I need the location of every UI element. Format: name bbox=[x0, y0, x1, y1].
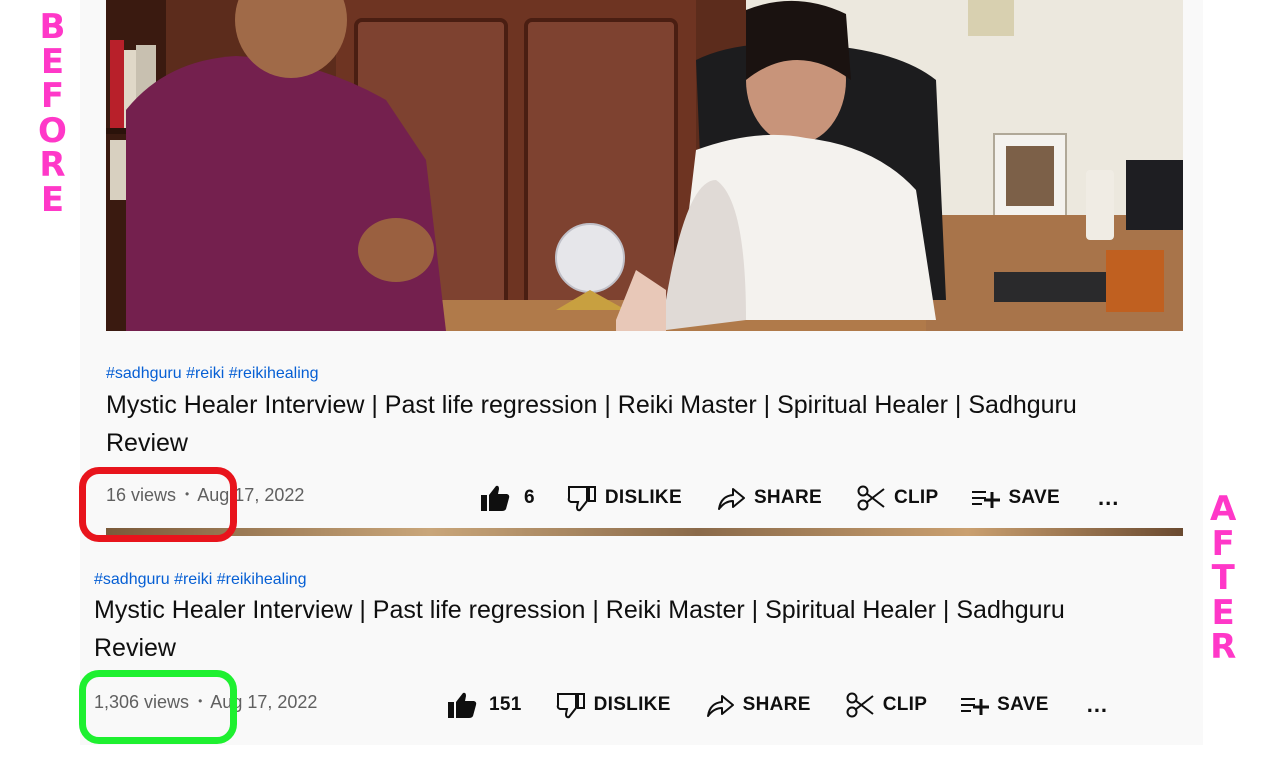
after-views-highlight bbox=[79, 670, 237, 744]
clip-label: CLIP bbox=[893, 487, 939, 508]
after-letter: A bbox=[1210, 489, 1237, 529]
video-title-line: Mystic Healer Interview | Past life regr… bbox=[94, 596, 1065, 624]
before-views-highlight bbox=[79, 467, 237, 542]
share-label: SHARE bbox=[753, 487, 822, 508]
after-letter: R bbox=[1210, 627, 1237, 667]
share-label: SHARE bbox=[742, 694, 811, 715]
dislike-label: DISLIKE bbox=[604, 487, 682, 508]
before-letter: E bbox=[40, 179, 65, 220]
action-bar-after: 151 DISLIKE SHARE CLIP SAVE ... bbox=[447, 691, 1108, 719]
before-letter: R bbox=[39, 145, 66, 185]
save-button[interactable]: SAVE bbox=[959, 691, 1049, 719]
video-frame-illustration bbox=[106, 0, 1183, 331]
video-title-line: Review bbox=[106, 429, 188, 457]
more-horizontal-icon: ... bbox=[1086, 692, 1109, 717]
save-label: SAVE bbox=[1008, 487, 1060, 508]
share-arrow-icon bbox=[706, 695, 734, 717]
dislike-button[interactable]: DISLIKE bbox=[556, 691, 671, 719]
clip-button[interactable]: CLIP bbox=[856, 484, 938, 512]
dislike-button[interactable]: DISLIKE bbox=[567, 484, 682, 512]
video-title-after: Mystic Healer Interview | Past life regr… bbox=[94, 591, 1174, 667]
action-bar-before: 6 DISLIKE SHARE CLIP SAVE ... bbox=[480, 484, 1119, 512]
playlist-add-icon bbox=[961, 698, 990, 715]
share-button[interactable]: SHARE bbox=[705, 691, 811, 719]
playlist-add-icon bbox=[972, 491, 1001, 508]
save-button[interactable]: SAVE bbox=[970, 484, 1060, 512]
video-title-before: Mystic Healer Interview | Past life regr… bbox=[106, 386, 1186, 462]
scissors-icon bbox=[846, 692, 874, 718]
like-count: 151 bbox=[489, 694, 522, 715]
share-arrow-icon bbox=[717, 488, 745, 510]
after-label: A F T E R bbox=[1210, 492, 1236, 665]
before-label: B E F O R E bbox=[38, 10, 67, 217]
hashtags-after[interactable]: #sadhguru #reiki #reikihealing bbox=[94, 571, 307, 589]
thumbs-down-icon bbox=[556, 693, 585, 719]
like-count: 6 bbox=[524, 487, 535, 508]
before-letter: B bbox=[39, 7, 66, 47]
more-horizontal-icon: ... bbox=[1097, 485, 1120, 510]
video-player-thumbnail[interactable] bbox=[106, 0, 1183, 331]
scissors-icon bbox=[857, 485, 885, 511]
save-label: SAVE bbox=[997, 694, 1049, 715]
before-letter: O bbox=[38, 110, 67, 151]
thumbs-up-icon bbox=[481, 485, 510, 511]
before-letter: E bbox=[40, 41, 65, 82]
after-letter: E bbox=[1211, 592, 1235, 633]
video-title-line: Review bbox=[94, 634, 176, 662]
dislike-label: DISLIKE bbox=[593, 694, 671, 715]
video-title-line: Mystic Healer Interview | Past life regr… bbox=[106, 391, 1077, 419]
hashtags-before[interactable]: #sadhguru #reiki #reikihealing bbox=[106, 365, 319, 383]
thumbs-down-icon bbox=[567, 486, 596, 512]
after-letter: T bbox=[1211, 558, 1235, 598]
clip-label: CLIP bbox=[882, 694, 928, 715]
thumbs-up-icon bbox=[448, 692, 477, 718]
next-video-frame-edge bbox=[106, 528, 1183, 536]
more-actions-button[interactable]: ... bbox=[1098, 485, 1119, 511]
like-button[interactable]: 151 bbox=[447, 691, 522, 719]
like-button[interactable]: 6 bbox=[480, 484, 535, 512]
after-letter: F bbox=[1211, 523, 1235, 564]
share-button[interactable]: SHARE bbox=[716, 484, 822, 512]
more-actions-button[interactable]: ... bbox=[1087, 692, 1108, 718]
before-letter: F bbox=[40, 76, 65, 116]
clip-button[interactable]: CLIP bbox=[845, 691, 927, 719]
